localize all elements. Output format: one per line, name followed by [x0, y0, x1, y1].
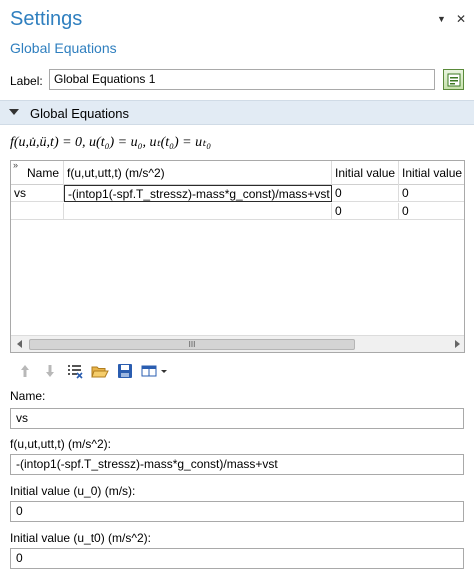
column-header-initial-value[interactable]: Initial value: [332, 161, 399, 185]
move-up-button[interactable]: [16, 362, 34, 380]
name-field[interactable]: vs: [10, 408, 464, 429]
load-from-file-button[interactable]: [91, 362, 109, 380]
column-header-name[interactable]: Name: [11, 161, 64, 185]
name-label: Name:: [10, 389, 46, 403]
section-title: Global Equations: [30, 106, 130, 121]
collapse-arrow-icon[interactable]: [9, 109, 19, 115]
horizontal-scrollbar[interactable]: III: [11, 335, 464, 352]
scroll-left-icon[interactable]: [17, 340, 22, 348]
scroll-thumb[interactable]: III: [29, 339, 355, 350]
save-to-file-button[interactable]: [116, 362, 134, 380]
clear-table-icon: [68, 365, 83, 379]
label-field[interactable]: Global Equations 1: [49, 69, 435, 90]
scroll-right-icon[interactable]: [455, 340, 460, 348]
cell-initial-value[interactable]: 0: [332, 203, 399, 220]
load-from-file-icon: [91, 366, 109, 378]
cell-initial-value-dt[interactable]: 0: [399, 203, 464, 220]
edit-node-button[interactable]: [443, 69, 464, 90]
close-icon[interactable]: ✕: [456, 13, 466, 25]
initial-value-field[interactable]: 0: [10, 501, 464, 522]
move-down-icon: [46, 365, 54, 377]
table-toolbar: [16, 362, 169, 380]
cell-expression[interactable]: [64, 203, 332, 220]
section-header-global-equations[interactable]: Global Equations: [0, 100, 474, 125]
table-header: » Name f(u,ut,utt,t) (m/s^2) Initial val…: [11, 161, 464, 185]
table-row[interactable]: 0 0: [11, 203, 464, 220]
table-options-icon: [141, 365, 167, 377]
panel-title: Settings: [10, 8, 83, 30]
table-row[interactable]: vs -(intop1(-spf.T_stressz)-mass*g_const…: [11, 185, 464, 202]
table-options-button[interactable]: [141, 362, 169, 380]
expression-field[interactable]: -(intop1(-spf.T_stressz)-mass*g_const)/m…: [10, 454, 464, 475]
initial-value-dt-label: Initial value (u_t0) (m/s^2):: [10, 531, 152, 545]
edit-node-icon: [447, 73, 460, 86]
pin-icon[interactable]: ▼: [437, 14, 446, 24]
cell-initial-value[interactable]: 0: [332, 185, 399, 202]
cell-initial-value-dt[interactable]: 0: [399, 185, 464, 202]
move-down-button[interactable]: [41, 362, 59, 380]
expression-label: f(u,ut,utt,t) (m/s^2):: [10, 437, 111, 451]
save-to-file-icon: [118, 364, 132, 378]
panel-subtitle: Global Equations: [10, 40, 117, 56]
initial-value-dt-field[interactable]: 0: [10, 548, 464, 569]
equation-text: f(u,u̇,ü,t) = 0, u(t₀) = u₀, uₜ(t₀) = u…: [10, 135, 212, 150]
move-up-icon: [21, 365, 29, 377]
label-caption: Label:: [10, 74, 43, 88]
clear-table-button[interactable]: [66, 362, 84, 380]
header-controls: ▼ ✕: [437, 13, 466, 25]
initial-value-label: Initial value (u_0) (m/s):: [10, 484, 136, 498]
cell-name[interactable]: [11, 203, 64, 220]
column-header-initial-value-dt[interactable]: Initial value: [399, 161, 464, 185]
cell-expression[interactable]: -(intop1(-spf.T_stressz)-mass*g_const)/m…: [64, 185, 332, 202]
equations-table[interactable]: » Name f(u,ut,utt,t) (m/s^2) Initial val…: [10, 160, 465, 353]
cell-name[interactable]: vs: [11, 185, 64, 202]
column-header-expression[interactable]: f(u,ut,utt,t) (m/s^2): [64, 161, 332, 185]
